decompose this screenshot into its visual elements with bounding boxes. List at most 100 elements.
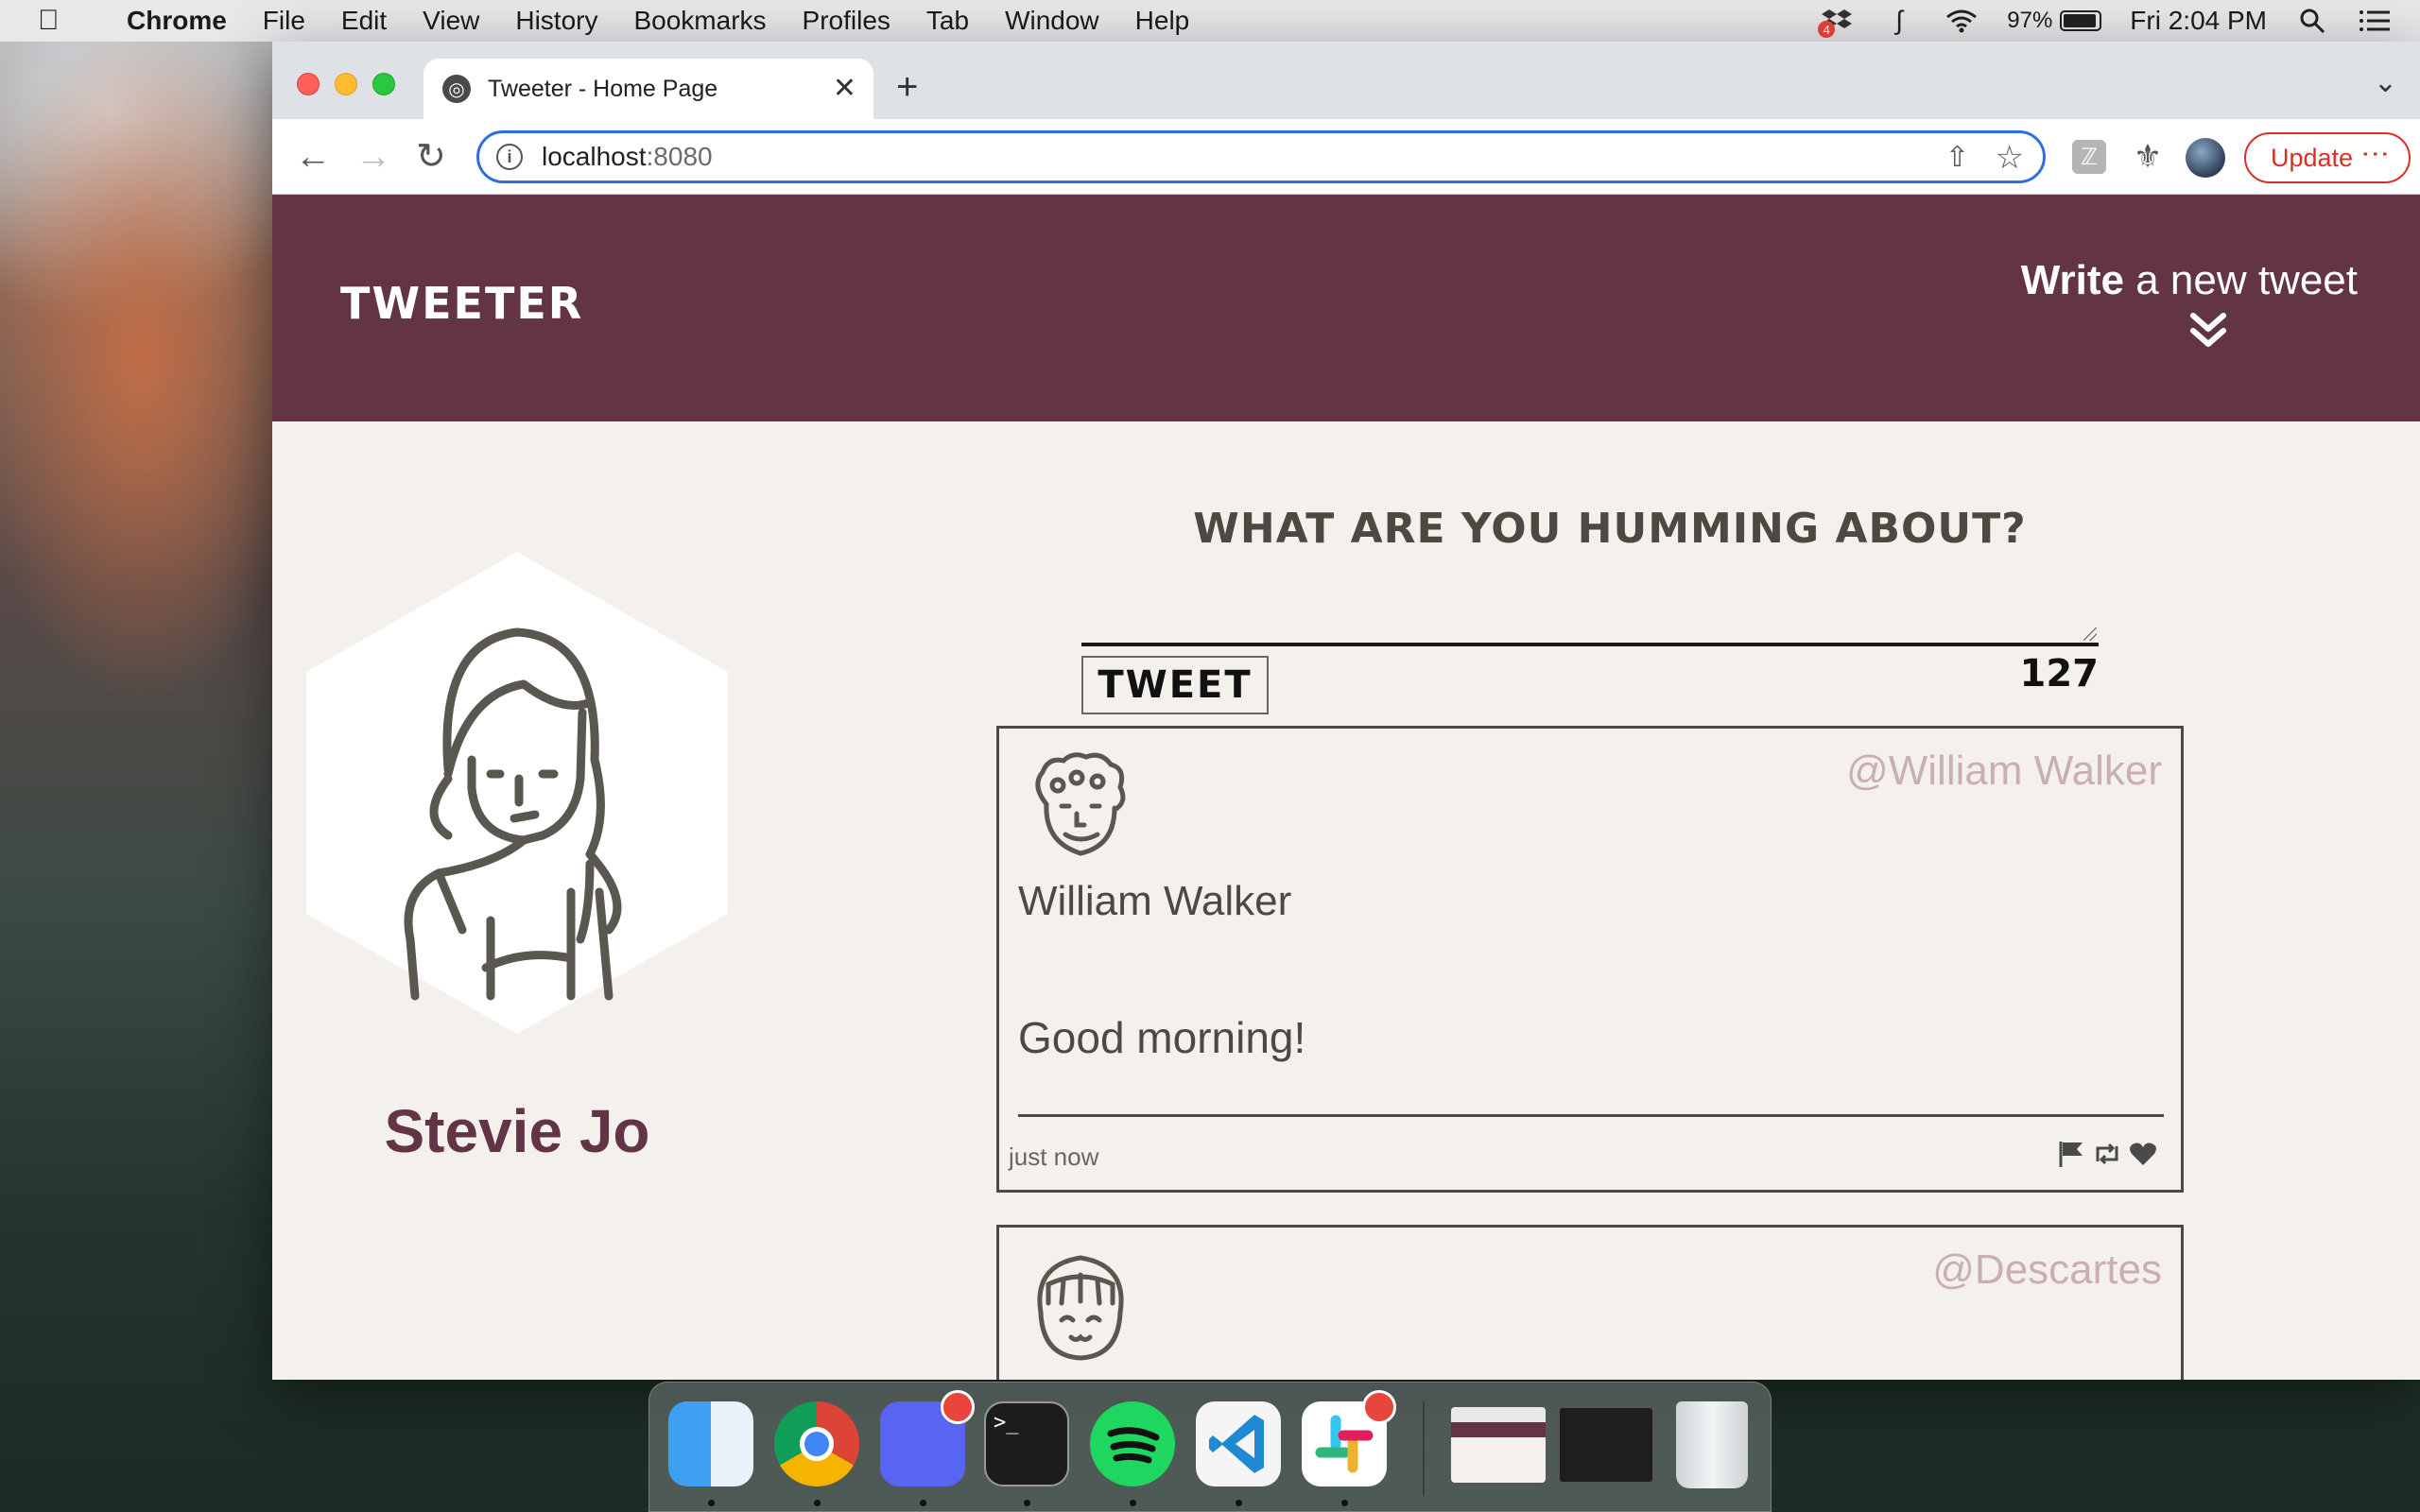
extensions-puzzle-icon[interactable]: ⚜ xyxy=(2131,139,2165,175)
bluetooth-icon[interactable]: ∫ xyxy=(1882,4,1916,38)
reload-button[interactable]: ↻ xyxy=(416,136,446,178)
menu-tab[interactable]: Tab xyxy=(926,6,969,36)
tweet-card: @Descartes xyxy=(996,1225,2184,1380)
dock-discord-icon[interactable] xyxy=(880,1390,975,1486)
share-icon[interactable]: ⇧ xyxy=(1945,141,1969,174)
menu-file[interactable]: File xyxy=(263,6,305,36)
tweet-actions xyxy=(2056,1139,2158,1169)
url-host: localhost xyxy=(542,142,647,171)
notification-badge xyxy=(1362,1390,1396,1424)
tweet-card: @William Walker William Walker Good morn… xyxy=(996,726,2184,1193)
tweet-submit-button[interactable]: TWEET xyxy=(1081,656,1269,714)
bookmark-star-icon[interactable]: ☆ xyxy=(1996,139,2024,177)
dock-chrome-window-thumbnail[interactable] xyxy=(1451,1407,1546,1483)
dock-running-indicator xyxy=(1130,1500,1136,1506)
chrome-center xyxy=(800,1427,834,1461)
window-close-button[interactable] xyxy=(297,73,320,95)
tab-strip: ◎ Tweeter - Home Page ✕ + ⌄ xyxy=(272,42,2420,119)
tab-tweeter-home[interactable]: ◎ Tweeter - Home Page ✕ xyxy=(424,59,873,119)
char-counter: 127 xyxy=(2019,652,2100,696)
globe-icon: ◎ xyxy=(442,75,471,103)
spotify-waves xyxy=(1107,1427,1160,1464)
menu-help[interactable]: Help xyxy=(1135,6,1190,36)
control-center-icon[interactable] xyxy=(2358,4,2392,38)
dropbox-badge: 4 xyxy=(1818,21,1836,38)
dock-vscode-icon[interactable] xyxy=(1196,1401,1281,1486)
window-zoom-button[interactable] xyxy=(372,73,395,95)
tweet-text: Good morning! xyxy=(1018,1013,1306,1062)
vscode-logo xyxy=(1209,1415,1264,1473)
browser-window: ◎ Tweeter - Home Page ✕ + ⌄ ← → ↻ i loca… xyxy=(272,42,2420,1380)
tab-search-chevron-icon[interactable]: ⌄ xyxy=(2374,66,2397,99)
new-tab-button[interactable]: + xyxy=(896,68,918,106)
dock-finder-icon[interactable] xyxy=(668,1401,753,1486)
tweet-textarea[interactable] xyxy=(1081,603,2099,646)
extension-icon[interactable]: ℤ xyxy=(2072,140,2106,174)
apple-icon[interactable]:  xyxy=(38,5,64,37)
dock-running-indicator xyxy=(1024,1500,1030,1506)
dock-running-indicator xyxy=(1236,1500,1242,1506)
dropbox-icon[interactable]: 4 xyxy=(1818,4,1854,38)
more-menu-icon[interactable]: ⋮ xyxy=(2358,140,2392,166)
site-info-icon[interactable]: i xyxy=(496,144,523,170)
battery-percent: 97% xyxy=(2007,8,2053,33)
dock-spotify-icon[interactable] xyxy=(1090,1401,1175,1486)
web-page: TWEETER Write a new tweet Stevie Jo WHAT… xyxy=(272,195,2420,1380)
tweet-avatar xyxy=(1035,752,1126,856)
write-bold: Write xyxy=(2020,257,2124,303)
tweet-avatar xyxy=(1037,1255,1124,1361)
retweet-icon[interactable] xyxy=(2092,1139,2122,1169)
dock-running-indicator xyxy=(708,1500,715,1506)
back-button[interactable]: ← xyxy=(295,136,331,178)
dock-separator xyxy=(1423,1401,1425,1496)
double-chevron-down-icon[interactable] xyxy=(2189,312,2227,350)
tab-title: Tweeter - Home Page xyxy=(488,75,718,102)
forward-button[interactable]: → xyxy=(355,136,391,178)
site-brand[interactable]: TWEETER xyxy=(340,278,583,329)
dock-chrome-icon[interactable] xyxy=(774,1401,859,1486)
heart-icon[interactable] xyxy=(2128,1139,2158,1169)
menu-app-name[interactable]: Chrome xyxy=(127,6,227,36)
resize-grip-icon[interactable] xyxy=(2083,627,2097,641)
menu-clock[interactable]: Fri 2:04 PM xyxy=(2130,6,2267,36)
compose-heading: WHAT ARE YOU HUMMING ABOUT? xyxy=(1193,505,2027,553)
menu-view[interactable]: View xyxy=(423,6,479,36)
profile-avatar-hexagon xyxy=(306,552,728,1034)
window-minimize-button[interactable] xyxy=(335,73,357,95)
spotlight-search-icon[interactable] xyxy=(2295,4,2329,38)
site-navbar: TWEETER Write a new tweet xyxy=(272,195,2420,421)
url-port: :8080 xyxy=(646,142,713,171)
flag-icon[interactable] xyxy=(2056,1139,2086,1169)
menu-bar:  Chrome File Edit View History Bookmark… xyxy=(0,0,2420,42)
update-button[interactable]: Update ⋮ xyxy=(2244,132,2411,183)
notification-badge xyxy=(941,1390,975,1424)
dock-trash-icon[interactable] xyxy=(1676,1401,1748,1488)
menu-window[interactable]: Window xyxy=(1005,6,1099,36)
dock-slack-icon[interactable] xyxy=(1302,1390,1396,1486)
menu-profiles[interactable]: Profiles xyxy=(803,6,890,36)
profile-name: Stevie Jo xyxy=(384,1097,650,1165)
tab-close-icon[interactable]: ✕ xyxy=(833,72,856,105)
tweet-timestamp: just now xyxy=(1009,1143,1099,1171)
browser-toolbar: ← → ↻ i localhost:8080 ⇧ ☆ ℤ ⚜ Update ⋮ xyxy=(272,119,2420,195)
menu-history[interactable]: History xyxy=(515,6,597,36)
update-label: Update xyxy=(2271,143,2354,172)
dock-running-indicator xyxy=(920,1500,926,1506)
address-bar[interactable]: i localhost:8080 ⇧ ☆ xyxy=(476,130,2046,183)
menu-bookmarks[interactable]: Bookmarks xyxy=(633,6,766,36)
tweet-handle: @Descartes xyxy=(1932,1246,2162,1293)
write-new-tweet-toggle[interactable]: Write a new tweet xyxy=(2020,257,2358,347)
dock-running-indicator xyxy=(1341,1500,1348,1506)
profile-avatar[interactable] xyxy=(2186,138,2225,178)
battery-status[interactable]: 97% xyxy=(2007,8,2102,34)
tweet-author-name: William Walker xyxy=(1018,878,1292,924)
dock-running-indicator xyxy=(814,1500,821,1506)
battery-icon xyxy=(2060,10,2102,31)
menu-edit[interactable]: Edit xyxy=(341,6,387,36)
dock: >_ xyxy=(648,1382,1772,1512)
dock-vscode-window-thumbnail[interactable] xyxy=(1559,1407,1653,1483)
tweet-handle: @William Walker xyxy=(1846,747,2162,794)
write-rest: a new tweet xyxy=(2123,257,2358,303)
wifi-icon[interactable] xyxy=(1945,4,1979,38)
dock-terminal-icon[interactable]: >_ xyxy=(984,1401,1069,1486)
